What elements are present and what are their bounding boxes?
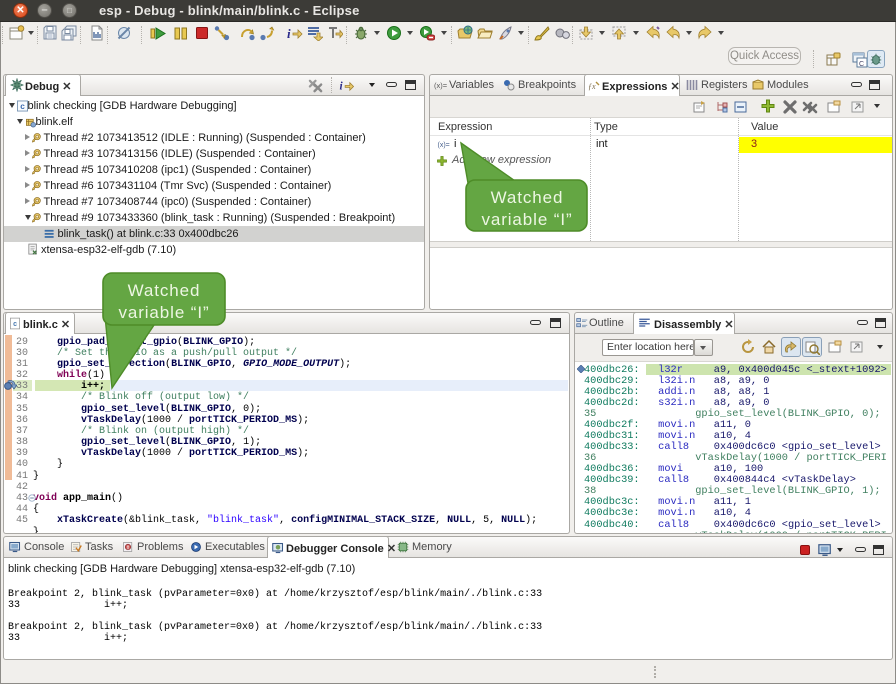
svg-text:variable “I”: variable “I”	[118, 303, 209, 322]
svg-text:Watched: Watched	[128, 281, 201, 300]
svg-text:variable “I”: variable “I”	[481, 210, 572, 229]
svg-text:Watched: Watched	[491, 188, 564, 207]
